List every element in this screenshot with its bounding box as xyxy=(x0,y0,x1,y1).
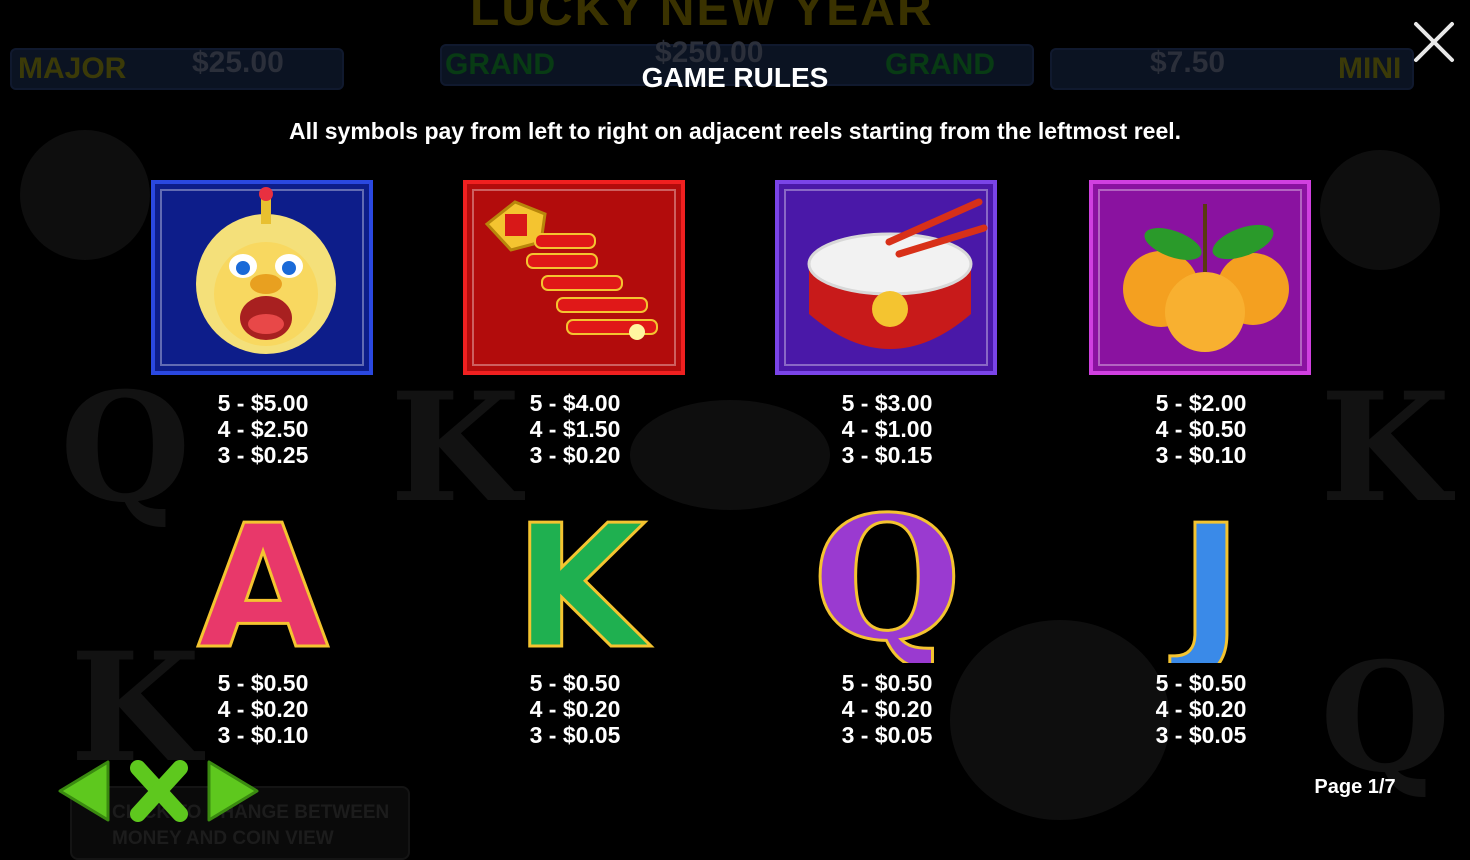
pay-4: 4 - $1.00 xyxy=(841,416,933,442)
pay-5: 5 - $4.00 xyxy=(529,390,621,416)
pay-5: 5 - $0.50 xyxy=(1155,670,1247,696)
pay-3: 3 - $0.25 xyxy=(217,442,309,468)
pay-4: 4 - $0.20 xyxy=(217,696,309,722)
svg-text:J: J xyxy=(1169,489,1242,663)
pay-5: 5 - $0.50 xyxy=(841,670,933,696)
symbol-tile xyxy=(463,180,685,375)
symbol-firecrackers: 5 - $4.00 4 - $1.50 3 - $0.20 xyxy=(455,180,695,470)
symbol-letter-a: A 5 - $0.50 4 - $0.20 3 - $0.10 xyxy=(143,488,383,750)
pay-5: 5 - $5.00 xyxy=(217,390,309,416)
pay-3: 3 - $0.15 xyxy=(841,442,933,468)
letter-a-icon: A xyxy=(196,488,331,663)
symbol-letter-k: K 5 - $0.50 4 - $0.20 3 - $0.05 xyxy=(455,488,695,750)
drum-icon xyxy=(807,198,988,349)
pay-5: 5 - $2.00 xyxy=(1155,390,1247,416)
close-icon[interactable] xyxy=(1412,20,1456,64)
pay-5: 5 - $0.50 xyxy=(217,670,309,696)
arrow-right-icon[interactable] xyxy=(207,758,261,824)
firecrackers-icon xyxy=(484,200,658,340)
symbol-drum: 5 - $3.00 4 - $1.00 3 - $0.15 xyxy=(767,180,1007,470)
pay-3: 3 - $0.05 xyxy=(841,722,933,748)
pay-4: 4 - $2.50 xyxy=(217,416,309,442)
letter-k-icon: K xyxy=(513,488,653,663)
letter-q-icon: Q xyxy=(811,488,962,663)
oranges-icon xyxy=(1123,204,1289,352)
pay-3: 3 - $0.10 xyxy=(1155,442,1247,468)
svg-text:K: K xyxy=(514,489,651,663)
pay-3: 3 - $0.20 xyxy=(529,442,621,468)
symbol-letter-j: J 5 - $0.50 4 - $0.20 3 - $0.05 xyxy=(1081,488,1321,750)
symbol-lion-dance-head: 5 - $5.00 4 - $2.50 3 - $0.25 xyxy=(143,180,383,470)
symbol-tile xyxy=(1089,180,1311,375)
pay-4: 4 - $0.20 xyxy=(529,696,621,722)
symbol-letter-q: Q 5 - $0.50 4 - $0.20 3 - $0.05 xyxy=(767,488,1007,750)
lion-head-icon xyxy=(196,187,336,354)
pay-3: 3 - $0.10 xyxy=(217,722,309,748)
pay-4: 4 - $1.50 xyxy=(529,416,621,442)
svg-text:A: A xyxy=(197,489,329,663)
pay-4: 4 - $0.20 xyxy=(841,696,933,722)
pay-5: 5 - $0.50 xyxy=(529,670,621,696)
symbol-oranges: 5 - $2.00 4 - $0.50 3 - $0.10 xyxy=(1081,180,1321,470)
close-x-icon[interactable] xyxy=(128,758,190,824)
symbol-tile xyxy=(151,180,373,375)
pay-4: 4 - $0.50 xyxy=(1155,416,1247,442)
page-title: GAME RULES xyxy=(641,62,829,93)
page-indicator: Page 1/7 xyxy=(1314,776,1396,798)
rules-description: All symbols pay from left to right on ad… xyxy=(288,118,1182,144)
symbol-tile xyxy=(775,180,997,375)
pay-5: 5 - $3.00 xyxy=(841,390,933,416)
pay-3: 3 - $0.05 xyxy=(1155,722,1247,748)
game-rules-overlay: GAME RULES All symbols pay from left to … xyxy=(0,0,1470,852)
pay-3: 3 - $0.05 xyxy=(529,722,621,748)
svg-text:Q: Q xyxy=(813,488,961,663)
letter-j-icon: J xyxy=(1168,488,1244,663)
pay-4: 4 - $0.20 xyxy=(1155,696,1247,722)
arrow-left-icon[interactable] xyxy=(56,758,110,824)
